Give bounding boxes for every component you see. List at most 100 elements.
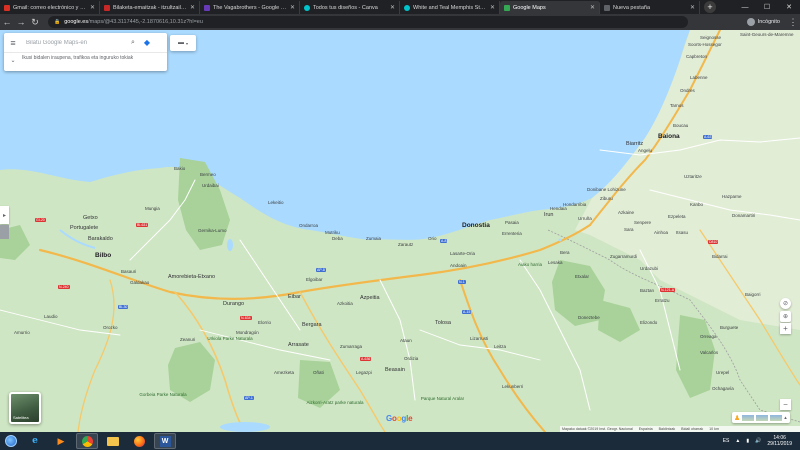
place-label[interactable]: Oñati (313, 370, 324, 375)
terms-link[interactable]: Baldintzak (659, 427, 676, 431)
taskbar-media-player[interactable]: ▶ (50, 433, 72, 449)
place-label[interactable]: Urdaibai (202, 183, 219, 188)
taskbar-word[interactable]: W (154, 433, 176, 449)
taskbar-file-explorer[interactable] (102, 433, 124, 449)
place-label[interactable]: Mungia (145, 206, 160, 211)
place-label[interactable]: Sara (624, 227, 634, 232)
tab-bilaketa[interactable]: Bilaketa-emaitzak - itzultzaileda ✕ (100, 1, 200, 14)
place-label[interactable]: Baztan (640, 288, 654, 293)
place-label[interactable]: Urepel (716, 370, 729, 375)
maximize-button[interactable]: ☐ (756, 0, 778, 14)
place-label[interactable]: Ainhoa (654, 230, 668, 235)
place-label[interactable]: Zugarramurdi (610, 254, 637, 259)
map-canvas[interactable]: Bilbo Donostia Baiona Biarritz Amorebiet… (0, 30, 800, 432)
place-label[interactable]: Getxo (83, 215, 98, 221)
back-arrow-icon[interactable]: ← (0, 15, 14, 29)
place-label[interactable]: Zumaia (366, 236, 381, 241)
place-label[interactable]: Hazparne (722, 194, 742, 199)
close-tab-icon[interactable]: ✕ (690, 4, 695, 11)
place-label[interactable]: Lasarte-Oria (450, 251, 475, 256)
tab-canva[interactable]: Todos tus diseños - Canva ✕ (300, 1, 400, 14)
travel-times-hint[interactable]: ⌄ Ikusi bidalen iraupena, trafikoa eta i… (4, 53, 167, 71)
satellite-toggle[interactable]: Satelitea (9, 392, 41, 424)
place-label[interactable]: Durango (223, 301, 244, 307)
imagery-thumbnail[interactable] (770, 414, 783, 421)
feedback-link[interactable]: Bidali oharrak (681, 427, 703, 431)
place-label[interactable]: Hendaia (550, 206, 567, 211)
place-label[interactable]: Baiona (658, 133, 680, 140)
place-label[interactable]: Mondragón (236, 330, 259, 335)
place-label[interactable]: Lekeitio (268, 200, 284, 205)
address-bar[interactable]: 🔒 google.es/maps/@43.3117445,-2.1870616,… (48, 16, 688, 28)
place-label[interactable]: Baigorri (745, 292, 761, 297)
place-label[interactable]: Amezketa (274, 370, 294, 375)
place-label[interactable]: Burguete (720, 325, 738, 330)
place-label[interactable]: Labenne (690, 75, 708, 80)
place-label[interactable]: Ziburu (600, 196, 613, 201)
close-tab-icon[interactable]: ✕ (190, 4, 195, 11)
place-label[interactable]: Amorebieta-Etxano (168, 274, 215, 280)
place-label[interactable]: Deba (332, 236, 343, 241)
tab-gmail[interactable]: Gmail: correo electrónico y almac ✕ (0, 1, 100, 14)
place-label[interactable]: Bidarrai (712, 254, 728, 259)
close-tab-icon[interactable]: ✕ (290, 4, 295, 11)
place-label[interactable]: Elgoibar (306, 277, 323, 282)
place-label[interactable]: Elorrio (258, 320, 271, 325)
zoom-out-button[interactable]: − (780, 399, 791, 410)
place-label[interactable]: Andoain (450, 263, 467, 268)
place-label[interactable]: Soorts-Hossegor (688, 42, 722, 47)
search-input[interactable] (26, 39, 126, 46)
search-icon[interactable]: ⌕ (126, 39, 140, 47)
compass-button[interactable]: ⊘ (780, 298, 791, 309)
place-label[interactable]: Bermeo (200, 172, 216, 177)
place-label[interactable]: Orreaga (700, 334, 717, 339)
park-label[interactable]: Urkiola Parke Naturala (200, 336, 260, 341)
directions-icon[interactable]: ◆ (140, 38, 154, 47)
street-view-bar[interactable]: ♟ ▴ (732, 412, 790, 423)
place-label[interactable]: Orio (428, 236, 437, 241)
place-label[interactable]: Portugalete (70, 225, 98, 231)
network-icon[interactable]: ▮ (746, 438, 749, 444)
place-label[interactable]: Donamartiri (732, 213, 755, 218)
place-label[interactable]: Ataun (400, 338, 412, 343)
place-label[interactable]: Zumarraga (340, 344, 362, 349)
imagery-thumbnail[interactable] (742, 414, 755, 421)
place-label[interactable]: Seignosse (700, 35, 721, 40)
my-location-button[interactable]: ⊕ (780, 311, 791, 322)
park-label[interactable]: Gorbeia Parke Naturala (138, 392, 188, 397)
chevron-down-icon[interactable]: ⌄ (4, 55, 22, 64)
place-label[interactable]: Azpeitia (360, 295, 380, 301)
place-label[interactable]: Beasain (385, 367, 405, 373)
park-label[interactable]: Parque Natural Aralar (415, 396, 470, 401)
place-label[interactable]: Urruña (578, 216, 592, 221)
place-label[interactable]: Ezpeleta (668, 214, 686, 219)
place-label[interactable]: Lesaka (548, 260, 563, 265)
place-label[interactable]: Gernika-Lumo (198, 228, 227, 233)
reload-icon[interactable]: ↻ (28, 15, 42, 29)
place-label[interactable]: Doneztebe (578, 315, 600, 320)
country-link[interactable]: Espainia (639, 427, 653, 431)
place-label[interactable]: Etxalar (575, 274, 589, 279)
place-label[interactable]: Capbreton (686, 54, 707, 59)
place-label[interactable]: Ochagavía (712, 386, 734, 391)
place-label[interactable]: Ondres (680, 88, 695, 93)
place-label[interactable]: Kanbo (690, 202, 703, 207)
place-label[interactable]: Bakio (174, 166, 185, 171)
tab-google-maps[interactable]: Google Maps ✕ (500, 1, 600, 14)
place-label[interactable]: Irun (544, 212, 553, 218)
place-label[interactable]: Arrasate (288, 342, 309, 348)
place-label[interactable]: Errenteria (502, 231, 522, 236)
place-label[interactable]: Itsasu (676, 230, 688, 235)
place-label[interactable]: Tolosa (435, 320, 451, 326)
place-label[interactable]: Amurrio (14, 330, 30, 335)
imagery-thumbnail[interactable] (756, 414, 769, 421)
place-label[interactable]: Angelu (638, 148, 652, 153)
place-label[interactable]: Barakaldo (88, 236, 113, 242)
park-label[interactable]: Aiako harria (518, 262, 542, 267)
park-label[interactable]: Aizkorri-Aratz parke naturala (305, 400, 365, 405)
taskbar-internet-explorer[interactable]: e (24, 433, 46, 449)
clock[interactable]: 14:06 29/11/2019 (767, 435, 792, 447)
taskbar-firefox[interactable] (128, 433, 150, 449)
place-label[interactable]: Zarautz (398, 242, 413, 247)
minimize-button[interactable]: — (734, 0, 756, 14)
